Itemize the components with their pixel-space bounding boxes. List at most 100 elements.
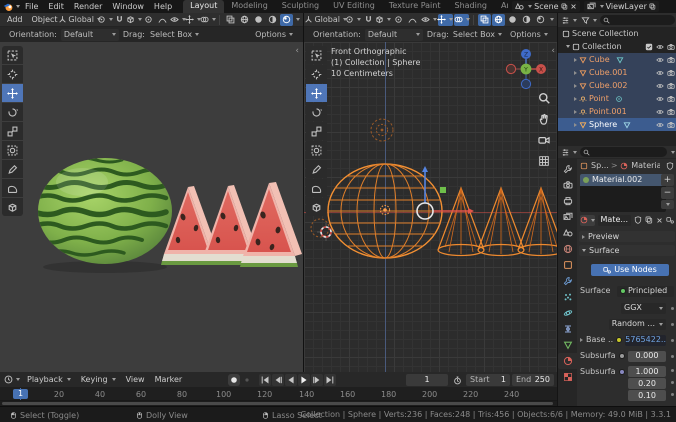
editor-type-dropdown[interactable] — [560, 146, 578, 158]
proportional-falloff-dropdown[interactable] — [406, 14, 419, 26]
object-visibility-dropdown[interactable] — [170, 14, 187, 26]
start-frame-field[interactable]: Start 1 — [466, 374, 510, 386]
playback-menu[interactable]: Playback — [23, 375, 75, 384]
orientation-select[interactable]: Default — [60, 28, 119, 41]
scene-selector[interactable]: Scene — [512, 1, 580, 12]
tool-move[interactable] — [306, 84, 327, 102]
viewport-left-canvas[interactable]: ‹ — [0, 42, 303, 372]
tab-material[interactable] — [558, 353, 577, 369]
options-dropdown[interactable]: Options — [254, 29, 294, 41]
outliner-row-point[interactable]: Point — [558, 92, 676, 105]
hide-eye-icon[interactable] — [656, 108, 664, 116]
tab-world[interactable] — [558, 241, 577, 257]
tool-scale[interactable] — [306, 122, 327, 140]
expand-icon[interactable] — [574, 70, 577, 75]
tool-move[interactable] — [2, 84, 23, 102]
outliner-row-collection[interactable]: Collection — [558, 40, 676, 53]
tool-transform[interactable] — [306, 141, 327, 159]
play-button[interactable] — [298, 374, 310, 386]
viewlayer-browse-chevron[interactable] — [599, 5, 604, 8]
proportional-edit-toggle[interactable] — [142, 14, 155, 26]
menu-file[interactable]: File — [20, 2, 43, 11]
snap-settings-dropdown[interactable] — [127, 14, 142, 26]
render-visibility-icon[interactable] — [667, 43, 675, 51]
properties-search-input[interactable] — [580, 147, 667, 157]
hide-eye-icon[interactable] — [656, 82, 664, 90]
next-keyframe-button[interactable] — [311, 374, 323, 386]
slot-specials-button[interactable] — [661, 200, 674, 209]
proportional-falloff-dropdown[interactable] — [156, 14, 169, 26]
expand-icon[interactable] — [574, 57, 577, 62]
preview-panel-header[interactable]: Preview — [579, 231, 675, 242]
tool-add-primitive[interactable] — [2, 198, 23, 216]
keying-set-button[interactable] — [241, 374, 253, 386]
tab-constraints[interactable] — [558, 321, 577, 337]
subsurface-value-field[interactable]: 0.000 — [628, 350, 666, 362]
outliner-row-cube-002[interactable]: Cube.002 — [558, 79, 676, 92]
viewlayer-name[interactable]: ViewLayer — [606, 2, 647, 11]
decorator-dot[interactable] — [671, 322, 674, 326]
xray-toggle[interactable] — [224, 14, 237, 26]
object-visibility-dropdown[interactable] — [421, 14, 437, 26]
current-frame-badge[interactable]: 1 — [13, 389, 28, 399]
sss-method-dropdown[interactable]: Random ... — [608, 318, 666, 330]
timeline-ruler[interactable]: 20 40 60 80 100 120 140 160 180 200 220 … — [0, 388, 557, 401]
expand-icon[interactable] — [574, 96, 577, 101]
tool-cursor[interactable] — [2, 65, 23, 83]
object-menu[interactable]: Object — [28, 15, 62, 24]
base-color-value-field[interactable]: 5765422.. — [625, 334, 666, 346]
pivot-point-dropdown[interactable] — [98, 14, 113, 26]
node-tree-icon[interactable] — [666, 216, 674, 224]
menu-window[interactable]: Window — [107, 2, 149, 11]
tab-object-data[interactable] — [558, 337, 577, 353]
marker-menu[interactable]: Marker — [151, 375, 187, 384]
tool-transform[interactable] — [2, 141, 23, 159]
shading-wireframe-button[interactable] — [238, 14, 251, 26]
render-visibility-icon[interactable] — [667, 82, 675, 90]
current-frame-field[interactable]: 1 — [406, 374, 448, 386]
properties-options-chevron[interactable] — [671, 150, 675, 154]
tab-output[interactable] — [558, 193, 577, 209]
material-slot-active[interactable]: Material.002 — [580, 174, 666, 186]
snap-toggle[interactable] — [362, 14, 375, 26]
remove-slot-button[interactable]: − — [661, 187, 674, 199]
tab-physics[interactable] — [558, 305, 577, 321]
checkbox-icon[interactable] — [645, 43, 653, 51]
preview-range-button[interactable] — [451, 374, 464, 386]
tab-view-layer[interactable] — [558, 209, 577, 225]
decorator-dot[interactable] — [671, 306, 674, 310]
viewlayer-copy-icon[interactable] — [649, 3, 656, 10]
decorator-dot[interactable] — [671, 369, 674, 372]
hide-eye-icon[interactable] — [656, 121, 664, 129]
decorator-dot[interactable] — [671, 393, 674, 396]
decorator-dot[interactable] — [671, 354, 674, 358]
hide-eye-icon[interactable] — [656, 95, 664, 103]
snap-toggle[interactable] — [113, 14, 126, 26]
tool-measure[interactable] — [306, 179, 327, 197]
tool-rotate[interactable] — [306, 103, 327, 121]
tool-annotate[interactable] — [306, 160, 327, 178]
menu-edit[interactable]: Edit — [43, 2, 69, 11]
tab-modifiers[interactable] — [558, 273, 577, 289]
shading-material-button[interactable] — [266, 14, 279, 26]
jump-to-end-button[interactable] — [324, 374, 336, 386]
scene-unlink-icon[interactable] — [570, 3, 577, 10]
tool-scale[interactable] — [2, 122, 23, 140]
fake-user-icon[interactable] — [634, 216, 642, 224]
outliner-row-scene-collection[interactable]: Scene Collection — [558, 27, 676, 40]
transform-orientation-dropdown[interactable]: Global — [59, 14, 101, 26]
tab-layout[interactable]: Layout — [183, 0, 225, 13]
tab-scene[interactable] — [558, 225, 577, 241]
outliner-display-mode-dropdown[interactable] — [560, 14, 578, 26]
scrollbar-handle[interactable] — [2, 402, 553, 405]
tab-shading[interactable]: Shading — [447, 0, 494, 13]
drag-select[interactable]: Select Box — [453, 29, 502, 41]
auto-keying-button[interactable] — [228, 374, 240, 386]
expand-icon[interactable] — [580, 338, 583, 342]
pivot-point-dropdown[interactable] — [345, 14, 362, 26]
tool-add-primitive[interactable] — [306, 198, 327, 216]
hide-eye-icon[interactable] — [656, 43, 664, 51]
tool-annotate[interactable] — [2, 160, 23, 178]
menu-help[interactable]: Help — [149, 2, 177, 11]
sidebar-toggle-left-viewport[interactable]: ‹ — [295, 47, 299, 56]
